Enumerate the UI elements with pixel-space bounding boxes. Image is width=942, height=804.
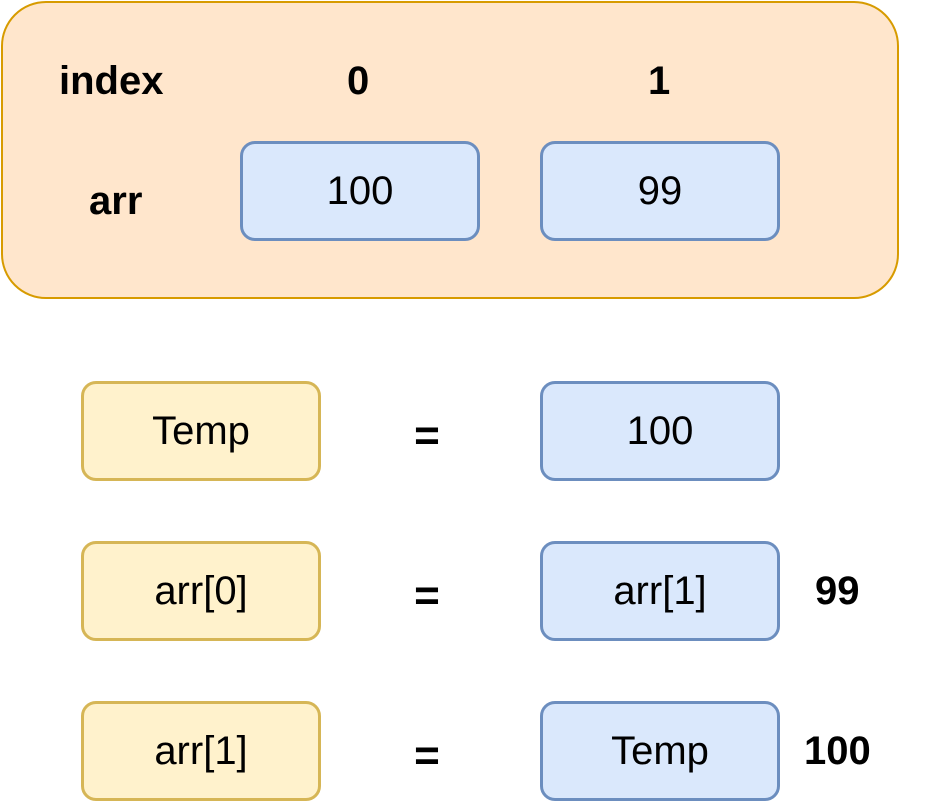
step-1-equals: = <box>414 411 440 460</box>
step-3-result: 100 <box>804 729 871 773</box>
step-3-equals: = <box>414 731 440 780</box>
array-cell-1: 99 <box>540 141 780 241</box>
arr-label: arr <box>89 179 143 223</box>
step-2-equals: = <box>414 571 440 620</box>
array-cell-0: 100 <box>240 141 480 241</box>
step-2-left-box: arr[0] <box>81 541 321 641</box>
step-1-right-box: 100 <box>540 381 780 481</box>
index-1-label: 1 <box>648 59 671 103</box>
step-2-right-box: arr[1] <box>540 541 780 641</box>
step-3-right-box: Temp <box>540 701 780 801</box>
step-1-left-box: Temp <box>81 381 321 481</box>
index-0-label: 0 <box>347 59 370 103</box>
step-3-left-box: arr[1] <box>81 701 321 801</box>
step-2-result: 99 <box>815 569 860 613</box>
index-label: index <box>59 59 164 103</box>
